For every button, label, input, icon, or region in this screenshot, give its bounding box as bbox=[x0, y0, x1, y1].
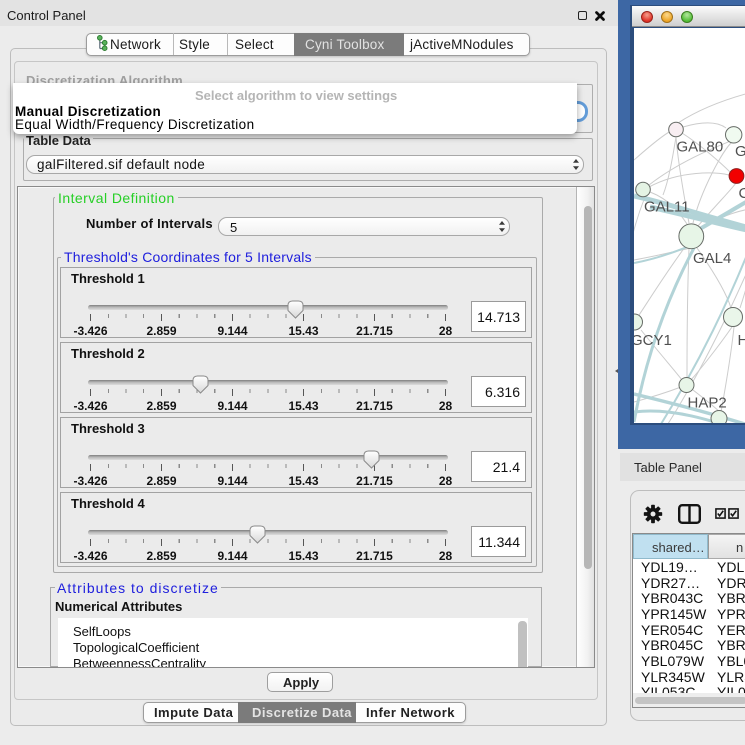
svg-text:GAL80: GAL80 bbox=[676, 139, 723, 156]
svg-text:GA: GA bbox=[735, 143, 745, 160]
svg-text:HAP2: HAP2 bbox=[687, 395, 726, 412]
svg-text:C: C bbox=[738, 185, 745, 202]
svg-text:GAL11: GAL11 bbox=[644, 199, 690, 216]
svg-text:GAL4: GAL4 bbox=[693, 250, 731, 267]
svg-text:H: H bbox=[737, 332, 745, 349]
svg-text:GCY1: GCY1 bbox=[634, 332, 672, 349]
